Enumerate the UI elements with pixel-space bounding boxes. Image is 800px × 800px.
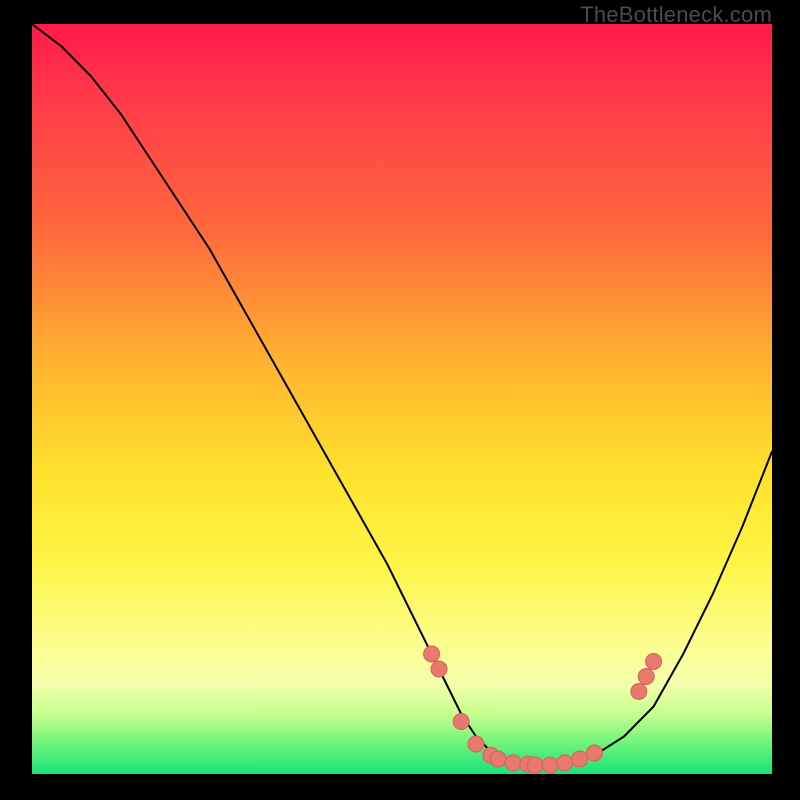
curve-marker (424, 646, 440, 662)
chart-svg (32, 24, 772, 774)
curve-marker (557, 755, 573, 771)
curve-marker (638, 669, 654, 685)
curve-marker (468, 736, 484, 752)
curve-marker (527, 757, 543, 773)
curve-marker (505, 755, 521, 771)
curve-marker (542, 757, 558, 773)
bottleneck-curve (32, 24, 772, 765)
curve-marker (586, 745, 602, 761)
curve-marker (490, 751, 506, 767)
curve-marker (431, 661, 447, 677)
curve-marker (572, 751, 588, 767)
curve-marker (453, 714, 469, 730)
curve-marker (631, 684, 647, 700)
watermark-text: TheBottleneck.com (580, 2, 772, 28)
chart-frame: TheBottleneck.com (0, 0, 800, 800)
curve-marker (646, 654, 662, 670)
plot-area (32, 24, 772, 774)
